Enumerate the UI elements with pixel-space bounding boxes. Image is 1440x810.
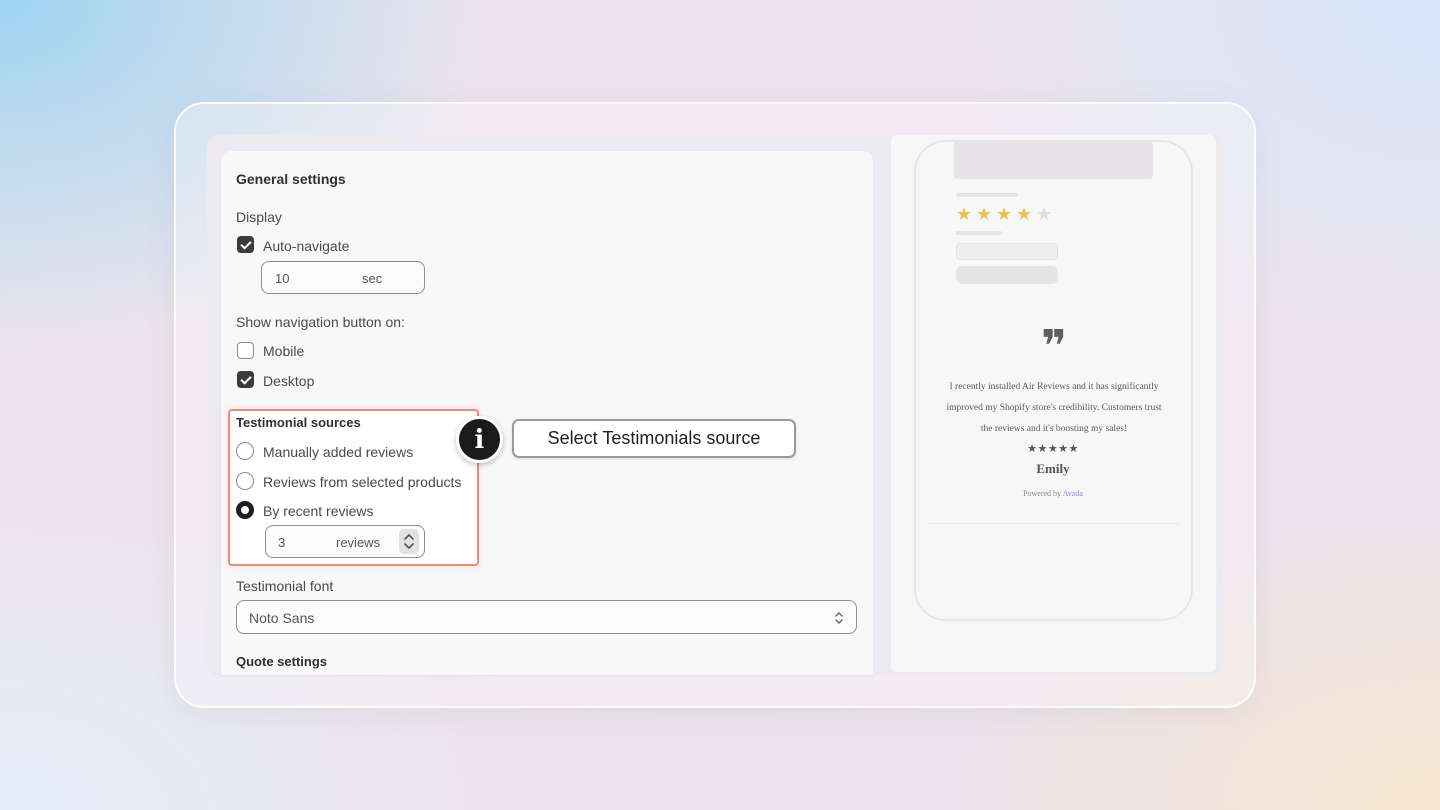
auto-navigate-checkbox[interactable] xyxy=(237,236,254,253)
display-label: Display xyxy=(236,209,282,225)
rating-star-icon: ★ xyxy=(976,204,993,225)
powered-by: Powered by Avada xyxy=(990,489,1116,498)
recent-reviews-count-input[interactable]: 3 reviews xyxy=(265,525,425,558)
count-stepper[interactable] xyxy=(399,529,419,554)
radio-recent-reviews[interactable] xyxy=(236,501,254,519)
font-select-value: Noto Sans xyxy=(249,610,315,626)
placeholder-line xyxy=(956,193,1018,197)
select-chevrons-icon xyxy=(835,612,843,624)
radio-selected-products[interactable] xyxy=(236,472,254,490)
rating-star-icon: ★ xyxy=(996,204,1013,225)
auto-navigate-label: Auto-navigate xyxy=(263,238,350,254)
mobile-label: Mobile xyxy=(263,343,305,359)
placeholder-line xyxy=(956,231,1002,235)
recent-reviews-label: By recent reviews xyxy=(263,503,374,519)
placeholder-image xyxy=(954,141,1153,179)
rating-star-icon: ★ xyxy=(1036,204,1053,225)
rating-star-icon: ★ xyxy=(956,204,973,225)
selected-products-label: Reviews from selected products xyxy=(263,474,462,490)
placeholder-button xyxy=(956,266,1058,284)
nav-button-label: Show navigation button on: xyxy=(236,314,405,330)
rating-star-icon: ★ xyxy=(1016,204,1033,225)
panel-title: General settings xyxy=(236,171,346,187)
testimonial-stars: ★★★★★ xyxy=(1027,442,1079,455)
info-icon: i xyxy=(456,416,503,463)
info-glyph: i xyxy=(474,424,485,455)
desktop-label: Desktop xyxy=(263,373,315,389)
radio-manual-reviews[interactable] xyxy=(236,442,254,460)
count-unit: reviews xyxy=(336,535,381,550)
testimonial-text: I recently installed Air Reviews and it … xyxy=(946,382,1162,434)
testimonial-author: Emily xyxy=(1036,461,1070,476)
desktop-checkbox[interactable] xyxy=(237,371,254,388)
testimonial-sources-label: Testimonial sources xyxy=(236,415,361,430)
quote-settings-heading: Quote settings xyxy=(236,654,328,669)
powered-brand-link[interactable]: Avada xyxy=(1063,489,1083,498)
interval-value: 10 xyxy=(275,271,290,286)
stepper-chevrons-icon xyxy=(404,533,414,550)
quote-mark-icon: ❞ xyxy=(1041,321,1067,372)
count-value: 3 xyxy=(278,535,286,550)
mobile-checkbox[interactable] xyxy=(237,342,254,359)
powered-prefix: Powered by xyxy=(1023,489,1062,498)
testimonial-font-label: Testimonial font xyxy=(236,578,334,594)
callout-tooltip: Select Testimonials source xyxy=(512,419,796,458)
placeholder-input xyxy=(956,243,1058,260)
manual-reviews-label: Manually added reviews xyxy=(263,444,414,460)
interval-unit: sec xyxy=(362,271,383,286)
testimonial-font-select[interactable]: Noto Sans xyxy=(236,600,857,634)
auto-navigate-interval-input[interactable]: 10 sec xyxy=(261,261,425,294)
